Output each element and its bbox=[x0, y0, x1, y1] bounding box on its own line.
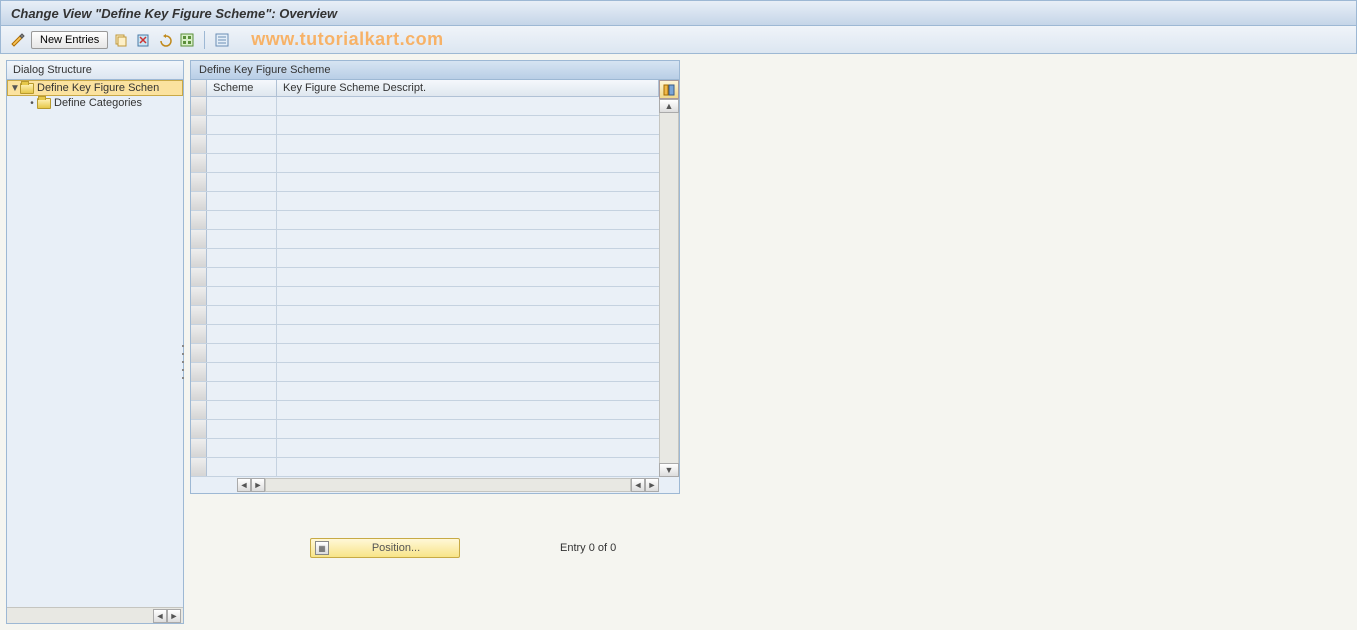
panel-title: Define Key Figure Scheme bbox=[191, 61, 679, 80]
table-row[interactable] bbox=[191, 458, 659, 477]
select-all-icon[interactable] bbox=[178, 31, 196, 49]
table-row[interactable] bbox=[191, 173, 659, 192]
sidebar-hscroll: ◄ ► bbox=[7, 607, 183, 623]
table: Scheme Key Figure Scheme Descript. bbox=[191, 80, 679, 477]
tree-item-define-categories[interactable]: • Define Categories bbox=[7, 96, 183, 110]
undo-icon[interactable] bbox=[156, 31, 174, 49]
hscroll-track[interactable] bbox=[7, 609, 153, 623]
table-row[interactable] bbox=[191, 344, 659, 363]
table-row[interactable] bbox=[191, 211, 659, 230]
col-description[interactable]: Key Figure Scheme Descript. bbox=[277, 80, 659, 96]
tree-collapse-icon[interactable]: ▼ bbox=[10, 83, 20, 94]
new-entries-button[interactable]: New Entries bbox=[31, 31, 108, 49]
copy-icon[interactable] bbox=[112, 31, 130, 49]
content-area: Dialog Structure ▼ Define Key Figure Sch… bbox=[0, 54, 1357, 630]
table-row[interactable] bbox=[191, 306, 659, 325]
table-row[interactable] bbox=[191, 97, 659, 116]
hscroll-right2-icon[interactable]: ► bbox=[645, 478, 659, 492]
position-icon: ▦ bbox=[315, 541, 329, 555]
table-row[interactable] bbox=[191, 116, 659, 135]
toolbar-divider bbox=[204, 31, 205, 49]
table-body: Scheme Key Figure Scheme Descript. bbox=[191, 80, 659, 477]
table-row[interactable] bbox=[191, 192, 659, 211]
hscroll-left2-icon[interactable]: ◄ bbox=[631, 478, 645, 492]
table-row[interactable] bbox=[191, 325, 659, 344]
hscroll-track[interactable] bbox=[265, 478, 631, 492]
tree: ▼ Define Key Figure Schen • Define Categ… bbox=[7, 80, 183, 607]
table-hscroll: ◄ ► ◄ ► bbox=[191, 477, 679, 493]
hscroll-right-icon[interactable]: ► bbox=[251, 478, 265, 492]
tree-item-define-scheme[interactable]: ▼ Define Key Figure Schen bbox=[7, 80, 183, 96]
entry-counter: Entry 0 of 0 bbox=[560, 542, 616, 554]
hscroll-left-icon[interactable]: ◄ bbox=[237, 478, 251, 492]
table-row[interactable] bbox=[191, 363, 659, 382]
splitter-handle[interactable] bbox=[180, 342, 186, 382]
table-row[interactable] bbox=[191, 268, 659, 287]
table-row[interactable] bbox=[191, 249, 659, 268]
position-label: Position... bbox=[337, 542, 455, 554]
table-row[interactable] bbox=[191, 287, 659, 306]
dialog-structure-title: Dialog Structure bbox=[7, 61, 183, 80]
table-side: ▲ ▼ bbox=[659, 80, 679, 477]
table-row[interactable] bbox=[191, 230, 659, 249]
watermark-text: www.tutorialkart.com bbox=[251, 29, 443, 50]
footer: ▦ Position... Entry 0 of 0 bbox=[190, 538, 680, 558]
table-row[interactable] bbox=[191, 401, 659, 420]
scheme-panel: Define Key Figure Scheme Scheme Key Figu… bbox=[190, 60, 680, 494]
position-button[interactable]: ▦ Position... bbox=[310, 538, 460, 558]
hscroll-right-icon[interactable]: ► bbox=[167, 609, 181, 623]
select-all-column[interactable] bbox=[191, 80, 207, 96]
selection-criteria-icon[interactable] bbox=[213, 31, 231, 49]
vscroll-up-icon[interactable]: ▲ bbox=[659, 99, 679, 113]
table-row[interactable] bbox=[191, 439, 659, 458]
hscroll-left-icon[interactable]: ◄ bbox=[153, 609, 167, 623]
table-settings-icon[interactable] bbox=[659, 80, 679, 99]
vscroll-track[interactable] bbox=[659, 113, 679, 463]
col-scheme[interactable]: Scheme bbox=[207, 80, 277, 96]
title-bar: Change View "Define Key Figure Scheme": … bbox=[0, 0, 1357, 26]
table-row[interactable] bbox=[191, 420, 659, 439]
folder-open-icon bbox=[20, 83, 34, 94]
tree-bullet-icon: • bbox=[27, 98, 37, 109]
page-title: Change View "Define Key Figure Scheme": … bbox=[11, 6, 337, 21]
folder-closed-icon bbox=[37, 98, 51, 109]
toggle-edit-icon[interactable] bbox=[9, 31, 27, 49]
tree-label: Define Key Figure Schen bbox=[37, 82, 159, 94]
table-row[interactable] bbox=[191, 135, 659, 154]
vscroll-down-icon[interactable]: ▼ bbox=[659, 463, 679, 477]
table-row[interactable] bbox=[191, 154, 659, 173]
main-area: Define Key Figure Scheme Scheme Key Figu… bbox=[190, 60, 680, 624]
tree-label: Define Categories bbox=[54, 97, 142, 109]
table-row[interactable] bbox=[191, 382, 659, 401]
delete-icon[interactable] bbox=[134, 31, 152, 49]
dialog-structure-panel: Dialog Structure ▼ Define Key Figure Sch… bbox=[6, 60, 184, 624]
table-header: Scheme Key Figure Scheme Descript. bbox=[191, 80, 659, 97]
application-toolbar: New Entries www.tutorialkart.com bbox=[0, 26, 1357, 54]
